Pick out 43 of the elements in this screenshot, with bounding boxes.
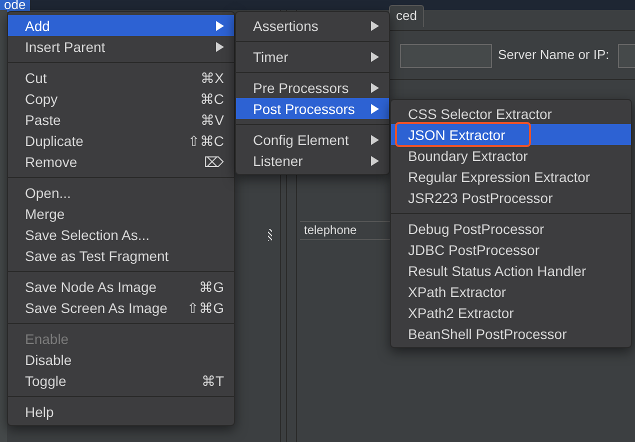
menu-item[interactable]: Open... [8,182,234,203]
menu-item[interactable]: JDBC PostProcessor [391,239,631,260]
menu-item[interactable]: Timer [236,46,389,67]
menu-item[interactable]: CSS Selector Extractor [391,103,631,124]
menu-item[interactable]: Save Selection As... [8,224,234,245]
menu-item[interactable]: Post Processors [236,98,389,119]
shortcut-label: ⌘X [200,70,224,86]
menu-item[interactable]: XPath2 Extractor [391,302,631,323]
input-field[interactable] [400,44,492,68]
menu-item[interactable]: BeanShell PostProcessor [391,323,631,344]
menu-item[interactable]: Duplicate ⇧⌘C [8,130,234,151]
shortcut-label: ⌘C [200,90,224,106]
menu-item[interactable]: JSON Extractor [391,124,631,145]
menu-item[interactable]: Disable [8,349,234,370]
menu-item[interactable]: Assertions [236,15,389,36]
menu-item[interactable]: Remove ⌦ [8,151,234,172]
menu-item[interactable]: Config Element [236,129,389,150]
menu-item[interactable]: Save Node As Image ⌘G [8,276,234,297]
shortcut-label: ⇧⌘G [187,300,224,316]
menu-item[interactable]: Insert Parent [8,36,234,57]
menu-item[interactable]: Copy ⌘C [8,88,234,109]
menu-item[interactable]: Listener [236,150,389,171]
menu-item[interactable]: Regular Expression Extractor [391,166,631,187]
field-label: Server Name or IP: [498,47,610,62]
shortcut-label: ⇧⌘C [188,132,224,148]
menu-item[interactable]: Save as Test Fragment [8,245,234,266]
menu-item[interactable]: Help [8,401,234,422]
shortcut-label: ⌘T [201,372,224,388]
shortcut-label: ⌘G [199,278,224,294]
shortcut-label: ⌦ [204,154,224,170]
menu-item[interactable]: Boundary Extractor [391,145,631,166]
splitter-grip-icon[interactable] [268,229,272,241]
menu-item[interactable]: Cut ⌘X [8,67,234,88]
tab[interactable]: ced [389,5,424,27]
menu-item[interactable]: JSR223 PostProcessor [391,187,631,208]
menu-item[interactable]: Toggle ⌘T [8,370,234,391]
menu-item[interactable]: Paste ⌘V [8,109,234,130]
menu-item[interactable]: Merge [8,203,234,224]
menu-item[interactable]: XPath Extractor [391,281,631,302]
menu-item[interactable]: Save Screen As Image ⇧⌘G [8,297,234,318]
menu-item[interactable]: Add [8,15,234,36]
menu-item[interactable]: Result Status Action Handler [391,260,631,281]
shortcut-label: ⌘V [200,112,224,128]
